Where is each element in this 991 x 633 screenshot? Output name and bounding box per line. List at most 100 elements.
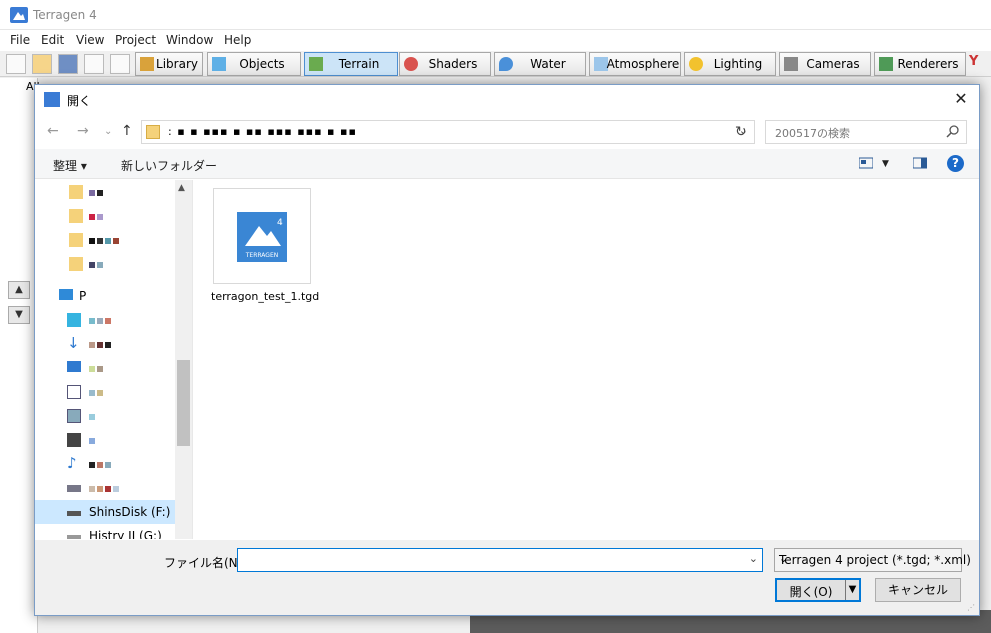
folder-icon: [69, 185, 83, 199]
new-folder-button[interactable]: 新しいフォルダー: [121, 157, 217, 174]
menu-project[interactable]: Project: [115, 33, 156, 47]
new-icon[interactable]: [6, 54, 26, 74]
forward-arrow-icon[interactable]: →: [77, 123, 89, 139]
folder-icon: [69, 209, 83, 223]
filename-input[interactable]: [238, 549, 738, 571]
menu-view[interactable]: View: [76, 33, 104, 47]
drive-icon: [67, 511, 81, 516]
close-button[interactable]: ✕: [951, 89, 971, 109]
filename-label: ファイル名(N):: [164, 556, 247, 570]
toolbar-library-button[interactable]: Library: [135, 52, 203, 76]
menu-file[interactable]: File: [10, 33, 30, 47]
file-badge: 4: [277, 218, 283, 228]
music-icon: ♪: [67, 454, 77, 472]
organize-button[interactable]: 整理 ▾: [53, 157, 87, 174]
resize-grip-icon[interactable]: ⋰: [967, 603, 977, 613]
address-bar[interactable]: : ▪ ▪ ▪▪▪ ▪ ▪▪ ▪▪▪ ▪▪▪ ▪ ▪▪ ⌄: [141, 120, 755, 144]
preview-pane-icon[interactable]: [913, 157, 927, 169]
nav-item-videos[interactable]: [35, 428, 175, 452]
nav-item-music[interactable]: ♪: [35, 452, 175, 476]
filetype-select[interactable]: Terragen 4 project (*.tgd; *.xml) ⌄: [774, 548, 971, 572]
menu-edit[interactable]: Edit: [41, 33, 64, 47]
nav-item-drive[interactable]: [35, 476, 175, 500]
drive-icon: [67, 535, 81, 539]
nav-item-shinsdisk[interactable]: ShinsDisk (F:): [35, 500, 175, 524]
help-icon[interactable]: ?: [947, 155, 964, 172]
document-icon: [67, 385, 81, 399]
dialog-titlebar: 開く ✕: [35, 85, 979, 115]
toolbar-terrain-button[interactable]: Terrain: [304, 52, 398, 76]
3d-objects-icon: [67, 313, 81, 327]
view-options-icon[interactable]: [859, 157, 873, 169]
nav-scrollbar[interactable]: ▲: [175, 180, 192, 539]
folder-icon: [146, 125, 160, 139]
move-down-button[interactable]: ▼: [8, 306, 30, 324]
app-titlebar: Terragen 4: [0, 0, 991, 30]
nav-item-pc[interactable]: P: [35, 284, 175, 308]
save-icon[interactable]: [58, 54, 78, 74]
main-toolbar: Library Objects Terrain Shaders Water At…: [0, 51, 991, 77]
app-title: Terragen 4: [33, 8, 97, 22]
nav-item-3d-objects[interactable]: [35, 308, 175, 332]
search-icon: [946, 125, 959, 138]
search-box[interactable]: 200517の検索: [765, 120, 967, 144]
filename-field[interactable]: ⌄: [237, 548, 763, 572]
chevron-down-icon[interactable]: ▼: [882, 159, 889, 169]
scroll-up-icon[interactable]: ▲: [178, 183, 185, 193]
desktop-icon: [67, 361, 81, 372]
dialog-title: 開く: [67, 94, 92, 108]
nav-item-folder[interactable]: [35, 252, 175, 276]
folder-icon: [69, 257, 83, 271]
terragen-logo-icon: [44, 92, 60, 107]
nav-item-pictures[interactable]: [35, 404, 175, 428]
drive-icon: [67, 485, 81, 492]
menu-help[interactable]: Help: [224, 33, 251, 47]
nav-item-desktop[interactable]: [35, 356, 175, 380]
open-button[interactable]: 開く(O) ▼: [775, 578, 861, 602]
open-button-label: 開く(O): [789, 585, 833, 599]
toolbar-water-button[interactable]: Water: [494, 52, 586, 76]
chevron-down-icon[interactable]: ⌄: [749, 552, 758, 565]
back-arrow-icon[interactable]: ←: [47, 123, 59, 139]
nav-item-folder[interactable]: [35, 204, 175, 228]
move-up-button[interactable]: ▲: [8, 281, 30, 299]
nav-item-folder[interactable]: [35, 180, 175, 204]
dialog-footer: ファイル名(N): ⌄ Terragen 4 project (*.tgd; *…: [35, 540, 979, 615]
nav-item-downloads[interactable]: ↓: [35, 332, 175, 356]
open-folder-icon[interactable]: [32, 54, 52, 74]
file-view: 4 TERRAGEN terragon_test_1.tgd: [192, 180, 979, 539]
menu-window[interactable]: Window: [166, 33, 213, 47]
nav-item-histry[interactable]: Histry II (G:): [35, 524, 175, 539]
nav-item-documents[interactable]: [35, 380, 175, 404]
toolbar-atmosphere-button[interactable]: Atmosphere: [589, 52, 681, 76]
pc-icon: [59, 289, 73, 300]
navigation-row: ← → ⌄ ↑ : ▪ ▪ ▪▪▪ ▪ ▪▪ ▪▪▪ ▪▪▪ ▪ ▪▪ ⌄ ↻ …: [35, 116, 979, 148]
toolbar-shaders-button[interactable]: Shaders: [399, 52, 491, 76]
toolbar-renderers-button[interactable]: Renderers: [874, 52, 966, 76]
navigation-pane: P ↓ ♪ ShinsDisk (F:) Histry II (G:): [35, 180, 191, 539]
video-icon: [67, 433, 81, 447]
command-bar: 整理 ▾ 新しいフォルダー ▼ ?: [35, 149, 979, 179]
cancel-button[interactable]: キャンセル: [875, 578, 961, 602]
3d-view-icon[interactable]: [110, 54, 130, 74]
open-split-dropdown[interactable]: ▼: [845, 580, 859, 600]
address-path: : ▪ ▪ ▪▪▪ ▪ ▪▪ ▪▪▪ ▪▪▪ ▪ ▪▪: [168, 125, 357, 138]
toolbar-cameras-button[interactable]: Cameras: [779, 52, 871, 76]
toolbar-objects-button[interactable]: Objects: [207, 52, 301, 76]
nav-item-folder[interactable]: [35, 228, 175, 252]
recent-chevron-icon[interactable]: ⌄: [104, 126, 112, 137]
file-name[interactable]: terragon_test_1.tgd: [211, 290, 319, 304]
terragen-file-icon: 4 TERRAGEN: [237, 212, 287, 262]
render-icon[interactable]: [84, 54, 104, 74]
refresh-icon[interactable]: ↻: [735, 124, 747, 140]
folder-icon: [69, 233, 83, 247]
search-placeholder: 200517の検索: [775, 127, 850, 140]
node-list-panel: All ▲ ▼: [0, 78, 40, 633]
file-item[interactable]: 4 TERRAGEN: [213, 188, 311, 284]
up-arrow-icon[interactable]: ↑: [121, 123, 133, 139]
scroll-thumb[interactable]: [177, 360, 190, 446]
toolbar-lighting-button[interactable]: Lighting: [684, 52, 776, 76]
chevron-down-icon: ⌄: [779, 552, 789, 565]
more-icon[interactable]: Y: [969, 54, 989, 74]
menubar: File Edit View Project Window Help: [0, 30, 991, 51]
